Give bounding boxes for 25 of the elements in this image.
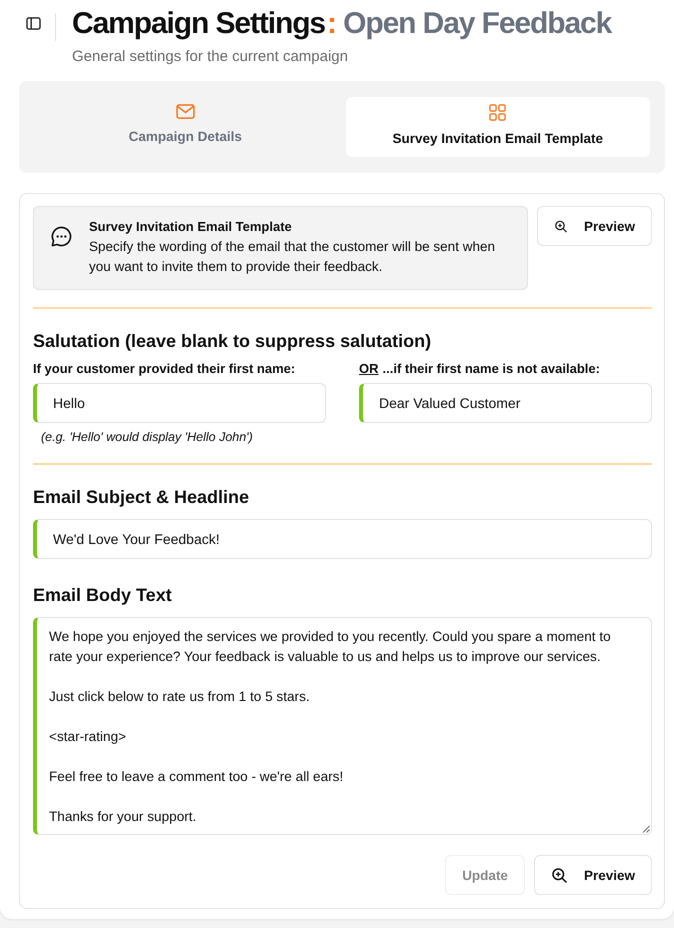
resize-grip-icon[interactable] [642, 825, 650, 833]
tab[interactable]: Campaign Details [33, 97, 338, 157]
section-heading: Email Subject & Headline [33, 486, 250, 509]
input-field[interactable]: Hello [33, 383, 326, 423]
speech-bubble-icon [51, 226, 72, 247]
zoom-in-icon [555, 218, 567, 234]
envelope-icon [176, 104, 195, 119]
text-area[interactable]: We hope you enjoyed the services we provided to you recently. Could you spare a moment to rate your experience? Your feedback is valuable to us and helps us to improve our services. Just click below to rate us from 1 to 5 stars. <star-rating> Feel free to leave a comment too - we're all ears! Thanks for your support. [33, 617, 652, 835]
grid-icon [489, 104, 506, 121]
input-field[interactable]: We'd Love Your Feedback! [33, 519, 652, 559]
zoom-in-icon [552, 868, 567, 882]
preview-button[interactable]: Preview [534, 855, 652, 895]
page-title: Campaign Settings: Open Day Feedback [72, 7, 612, 41]
info-title: Survey Invitation Email Template [89, 218, 293, 236]
section-heading: Email Body Text [33, 584, 173, 607]
section-heading: Salutation (leave blank to suppress salutation) [33, 330, 432, 353]
preview-button[interactable]: Preview [537, 206, 652, 246]
field-label: OR ...if their first name is not available: [359, 360, 601, 378]
field-label: If your customer provided their first name: [33, 360, 296, 378]
input-field[interactable]: Dear Valued Customer [359, 383, 652, 423]
tab[interactable]: Survey Invitation Email Template [346, 97, 650, 157]
sidebar-toggle-icon[interactable] [26, 17, 41, 30]
info-description: Specify the wording of the email that the customer will be sent when you want to invite them to provide their feedback. [89, 238, 496, 276]
field-hint: (e.g. 'Hello' would display 'Hello John') [41, 429, 254, 446]
page-subtitle: General settings for the current campaign [72, 47, 349, 67]
